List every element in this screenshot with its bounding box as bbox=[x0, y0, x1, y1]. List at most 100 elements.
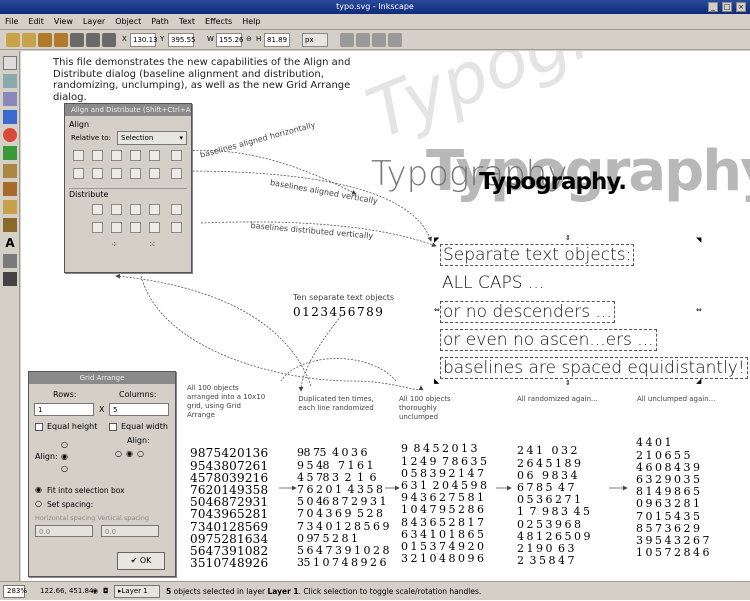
text-object-1[interactable]: Separate text objects: bbox=[440, 244, 635, 266]
distribute-center-h-icon[interactable] bbox=[111, 204, 122, 215]
move-patterns-icon[interactable] bbox=[388, 33, 402, 47]
drawing-canvas[interactable]: This file demonstrates the new capabilit… bbox=[21, 51, 750, 581]
zoom-tool-icon[interactable] bbox=[3, 92, 17, 106]
resize-handle-s-icon[interactable]: ⇕ bbox=[565, 379, 571, 387]
pencil-tool-icon[interactable] bbox=[3, 182, 17, 196]
align-bottom-to-top-icon[interactable] bbox=[73, 168, 84, 179]
menu-view[interactable]: View bbox=[49, 14, 78, 30]
raise-icon[interactable] bbox=[86, 33, 100, 47]
equal-width-checkbox[interactable] bbox=[109, 423, 117, 431]
dropper-tool-icon[interactable] bbox=[3, 272, 17, 286]
text-object-2[interactable]: ALL CAPS ... bbox=[440, 273, 546, 293]
distribute-baseline-v-icon[interactable] bbox=[171, 222, 182, 233]
minimize-button[interactable]: _ bbox=[708, 2, 718, 12]
resize-handle-sw-icon[interactable]: ◣ bbox=[434, 377, 439, 385]
x-input[interactable]: 130.13 bbox=[130, 33, 158, 47]
text-object-4[interactable]: or even no ascen...ers ... bbox=[440, 329, 657, 351]
align-v-radios[interactable]: ○ ◉ ○ bbox=[61, 439, 68, 475]
distribute-center-v-icon[interactable] bbox=[111, 222, 122, 233]
maximize-button[interactable]: □ bbox=[722, 2, 732, 12]
unit-select[interactable]: px bbox=[302, 33, 328, 47]
distribute-baseline-h-icon[interactable] bbox=[171, 204, 182, 215]
align-bottom-icon[interactable] bbox=[130, 168, 141, 179]
zoom-field[interactable]: 283% bbox=[3, 585, 27, 598]
w-input[interactable]: 155.26 bbox=[216, 33, 244, 47]
close-button[interactable]: × bbox=[736, 2, 746, 12]
distribute-right-icon[interactable] bbox=[130, 204, 141, 215]
star-tool-icon[interactable] bbox=[3, 146, 17, 160]
equal-height-checkbox[interactable] bbox=[35, 423, 43, 431]
align-baseline-h-icon[interactable] bbox=[171, 150, 182, 161]
fit-radio[interactable]: ◉ bbox=[35, 485, 42, 494]
randomize-icon[interactable]: ⁘ bbox=[111, 240, 119, 249]
unclump-icon[interactable]: ⁙ bbox=[149, 240, 157, 249]
calligraphy-tool-icon[interactable] bbox=[3, 218, 17, 232]
resize-handle-nw-icon[interactable]: ◤ bbox=[434, 236, 439, 244]
resize-handle-se-icon[interactable]: ◢ bbox=[696, 377, 701, 385]
digits-row[interactable]: 0123456789 bbox=[293, 305, 384, 319]
align-top-icon[interactable] bbox=[92, 168, 103, 179]
lock-icon[interactable]: ⊖ bbox=[246, 35, 252, 43]
distribute-top-icon[interactable] bbox=[92, 222, 103, 233]
y-input[interactable]: 395.55 bbox=[168, 33, 196, 47]
grid-heading-1: All 100 objects arranged into a 10x10 gr… bbox=[187, 384, 266, 419]
selector-tool-icon[interactable] bbox=[3, 56, 17, 70]
rotate-cw-icon[interactable] bbox=[22, 33, 36, 47]
menu-help[interactable]: Help bbox=[237, 14, 265, 30]
align-right-to-left-icon[interactable] bbox=[73, 150, 84, 161]
ok-button[interactable]: ✔ OK bbox=[117, 552, 165, 570]
spiral-tool-icon[interactable] bbox=[3, 164, 17, 178]
resize-handle-n-icon[interactable]: ⇕ bbox=[565, 234, 571, 242]
lock-layer-icon[interactable]: ◘ bbox=[103, 582, 109, 601]
scale-corners-icon[interactable] bbox=[356, 33, 370, 47]
menu-effects[interactable]: Effects bbox=[200, 14, 237, 30]
rotate-ccw-icon[interactable] bbox=[6, 33, 20, 47]
distribute-gap-v-icon[interactable] bbox=[149, 222, 160, 233]
grid-heading-4: All randomized again... bbox=[517, 395, 598, 403]
columns-input[interactable]: 5 bbox=[109, 403, 169, 416]
ellipse-tool-icon[interactable] bbox=[3, 128, 17, 142]
menu-object[interactable]: Object bbox=[110, 14, 146, 30]
ok-label: OK bbox=[139, 556, 152, 565]
menu-edit[interactable]: Edit bbox=[23, 14, 49, 30]
center-horizontal-axis-icon[interactable] bbox=[111, 168, 122, 179]
align-left-icon[interactable] bbox=[92, 150, 103, 161]
menu-text[interactable]: Text bbox=[174, 14, 200, 30]
align-left-to-right-icon[interactable] bbox=[149, 150, 160, 161]
text-object-3[interactable]: or no descenders ... bbox=[440, 301, 615, 323]
menu-file[interactable]: File bbox=[0, 14, 23, 30]
flip-vertical-icon[interactable] bbox=[54, 33, 68, 47]
rectangle-tool-icon[interactable] bbox=[3, 110, 17, 124]
resize-handle-e-icon[interactable]: ⇔ bbox=[696, 306, 702, 314]
raise-top-icon[interactable] bbox=[70, 33, 84, 47]
align-h-radios[interactable]: ○◉○ bbox=[115, 449, 148, 458]
lower-icon[interactable] bbox=[102, 33, 116, 47]
align-right-icon[interactable] bbox=[130, 150, 141, 161]
align-baseline-v-icon[interactable] bbox=[171, 168, 182, 179]
connector-tool-icon[interactable] bbox=[3, 254, 17, 268]
text-object-5[interactable]: baselines are spaced equidistantly! bbox=[440, 357, 748, 379]
resize-handle-w-icon[interactable]: ⇔ bbox=[434, 306, 440, 314]
resize-handle-ne-icon[interactable]: ◥ bbox=[696, 236, 701, 244]
h-spacing-input[interactable]: 0.0 bbox=[35, 525, 93, 537]
eye-icon[interactable]: ◉ bbox=[92, 582, 98, 601]
rows-input[interactable]: 1 bbox=[34, 403, 94, 416]
flip-horizontal-icon[interactable] bbox=[38, 33, 52, 47]
distribute-gap-h-icon[interactable] bbox=[149, 204, 160, 215]
v-spacing-input[interactable]: 0.0 bbox=[101, 525, 159, 537]
pen-tool-icon[interactable] bbox=[3, 200, 17, 214]
spacing-radio[interactable]: ○ bbox=[35, 499, 42, 508]
relative-to-select[interactable]: Selection ▾ bbox=[117, 131, 187, 145]
node-tool-icon[interactable] bbox=[3, 74, 17, 88]
move-gradients-icon[interactable] bbox=[372, 33, 386, 47]
center-vertical-axis-icon[interactable] bbox=[111, 150, 122, 161]
menu-path[interactable]: Path bbox=[146, 14, 174, 30]
align-top-to-bottom-icon[interactable] bbox=[149, 168, 160, 179]
distribute-left-icon[interactable] bbox=[92, 204, 103, 215]
layer-select[interactable]: ▸Layer 1 bbox=[114, 585, 160, 598]
distribute-bottom-icon[interactable] bbox=[130, 222, 141, 233]
scale-stroke-icon[interactable] bbox=[340, 33, 354, 47]
menu-layer[interactable]: Layer bbox=[78, 14, 110, 30]
h-input[interactable]: 81.89 bbox=[264, 33, 290, 47]
text-tool-icon[interactable]: A bbox=[3, 236, 17, 250]
